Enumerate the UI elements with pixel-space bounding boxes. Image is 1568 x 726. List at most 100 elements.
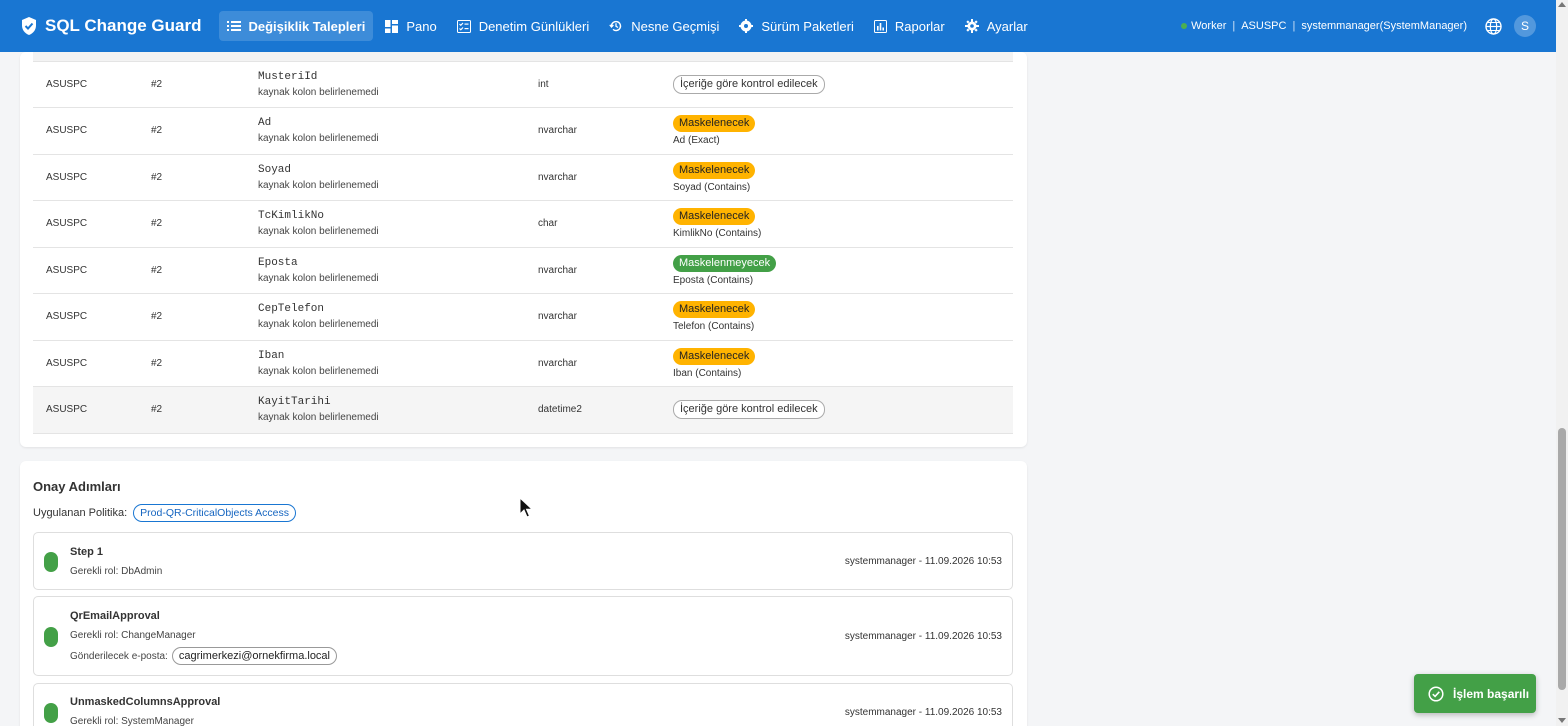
step-status-dot — [44, 627, 58, 647]
step-meta: systemmanager - 11.09.2026 10:53 — [844, 556, 1002, 567]
approval-step: Step 1 Gerekli rol: DbAdmin systemmanage… — [33, 532, 1013, 590]
index-cell: #2 — [151, 386, 258, 434]
nav-item-audit-logs[interactable]: Denetim Günlükleri — [449, 11, 598, 41]
nav-item-release-packages[interactable]: Sürüm Paketleri — [731, 11, 861, 41]
index-cell: #2 — [151, 340, 258, 387]
source-column-note: kaynak kolon belirlenemedi — [258, 272, 379, 284]
step-name: UnmaskedColumnsApproval — [70, 696, 221, 708]
nav-item-reports[interactable]: Raporlar — [866, 11, 953, 41]
policy-label: Uygulanan Politika: — [33, 507, 128, 519]
source-column-note: kaynak kolon belirlenemedi — [258, 365, 379, 377]
columns-table: ASUSPC #2 MusteriId kaynak kolon belirlenem… — [33, 52, 1013, 434]
scroll-down-arrow-icon[interactable] — [1558, 718, 1566, 723]
mask-rule: Iban (Contains) — [673, 367, 742, 379]
scroll-up-arrow-icon[interactable] — [1558, 2, 1566, 7]
policy-chip[interactable]: Prod-QR-CriticalObjects Access — [133, 504, 296, 522]
mask-status-cell: Maskelenecek Telefon (Contains) — [673, 293, 1013, 341]
datatype-cell: datetime2 — [538, 386, 673, 434]
column-name: TcKimlikNo — [258, 210, 325, 223]
nav-item-label: Değişiklik Talepleri — [248, 18, 366, 34]
column-name: Soyad — [258, 163, 292, 176]
column-name: CepTelefon — [258, 303, 325, 316]
mask-status-cell: İçeriğe göre kontrol edilecek — [673, 61, 1013, 108]
column-cell: CepTelefon kaynak kolon belirlenemedi — [258, 293, 538, 341]
shield-check-icon — [22, 17, 36, 35]
mask-rule: Ad (Exact) — [673, 135, 720, 147]
checklist-icon — [456, 19, 471, 33]
email-chip[interactable]: cagrimerkezi@ornekfirma.local — [171, 647, 337, 665]
mask-status-cell: Maskelenmeyecek Eposta (Contains) — [673, 247, 1013, 294]
table-row[interactable]: ASUSPC #2 Eposta kaynak kolon belirlenemedi… — [33, 247, 1013, 294]
mask-status-badge: Maskelenecek — [673, 161, 756, 179]
table-row[interactable]: ASUSPC #2 KayitTarihi kaynak kolon belirlen… — [33, 386, 1013, 434]
list-icon — [226, 21, 241, 31]
nav-item-dashboard[interactable]: Pano — [377, 11, 444, 41]
table-row[interactable]: ASUSPC #2 MusteriId kaynak kolon belirlenem… — [33, 61, 1013, 108]
server-cell: ASUSPC — [33, 61, 151, 108]
column-name: MusteriId — [258, 70, 318, 83]
nav-item-settings[interactable]: Ayarlar — [957, 11, 1036, 41]
mouse-cursor-icon — [519, 497, 533, 518]
mask-status-cell: Maskelenecek Soyad (Contains) — [673, 154, 1013, 201]
mask-rule: KimlikNo (Contains) — [673, 228, 762, 240]
column-cell: Soyad kaynak kolon belirlenemedi — [258, 154, 538, 201]
index-cell: #2 — [151, 293, 258, 341]
source-column-note: kaynak kolon belirlenemedi — [258, 133, 379, 145]
nav-item-label: Raporlar — [894, 18, 945, 34]
success-toast[interactable]: İşlem başarılı — [1414, 674, 1536, 713]
datatype-cell: nvarchar — [538, 340, 673, 387]
index-cell: #2 — [151, 61, 258, 108]
table-row[interactable]: ASUSPC #2 Iban kaynak kolon belirlenemedi nv… — [33, 340, 1013, 387]
source-column-note: kaynak kolon belirlenemedi — [258, 226, 379, 238]
source-column-note: kaynak kolon belirlenemedi — [258, 86, 379, 98]
column-cell: Ad kaynak kolon belirlenemedi — [258, 107, 538, 155]
server-cell: ASUSPC — [33, 107, 151, 155]
chart-icon — [873, 19, 887, 33]
nav-item-label: Pano — [406, 18, 437, 34]
gear-package-icon — [739, 19, 754, 33]
server-cell: ASUSPC — [33, 247, 151, 294]
check-circle-icon — [1428, 685, 1444, 702]
column-name: Ad — [258, 117, 272, 130]
datatype-cell: nvarchar — [538, 107, 673, 155]
avatar[interactable]: S — [1514, 15, 1536, 37]
language-button[interactable] — [1485, 17, 1502, 35]
table-row[interactable]: ASUSPC #2 CepTelefon kaynak kolon belirlene… — [33, 293, 1013, 341]
mask-status-badge: İçeriğe göre kontrol edilecek — [673, 400, 825, 420]
datatype-cell: char — [538, 200, 673, 248]
nav-item-object-history[interactable]: Nesne Geçmişi — [601, 11, 727, 41]
top-navigation-bar: SQL Change Guard Değişiklik Talepleri Pa… — [0, 0, 1556, 52]
column-name: Iban — [258, 349, 285, 362]
nav-item-label: Denetim Günlükleri — [478, 18, 590, 34]
worker-status-dot — [1181, 23, 1188, 29]
nav-item-change-requests[interactable]: Değişiklik Talepleri — [218, 11, 374, 41]
status-cluster: Worker | ASUSPC | systemmanager(SystemMa… — [1181, 0, 1536, 52]
datatype-cell: int — [538, 61, 673, 108]
step-name: QrEmailApproval — [70, 610, 160, 622]
policy-line: Uygulanan Politika: Prod-QR-CriticalObje… — [33, 504, 296, 522]
nav-item-label: Sürüm Paketleri — [761, 18, 854, 34]
toast-message: İşlem başarılı — [1453, 686, 1530, 701]
table-row[interactable]: ASUSPC #2 Ad kaynak kolon belirlenemedi nvar… — [33, 107, 1013, 155]
mask-rule: Telefon (Contains) — [673, 321, 755, 333]
table-row[interactable]: ASUSPC #2 Soyad kaynak kolon belirlenemedi n… — [33, 154, 1013, 201]
app-title: SQL Change Guard — [45, 16, 202, 35]
datatype-cell: nvarchar — [538, 154, 673, 201]
step-meta: systemmanager - 11.09.2026 10:53 — [844, 707, 1002, 718]
settings-icon — [964, 19, 979, 33]
approval-step: UnmaskedColumnsApproval Gerekli rol: Sys… — [33, 683, 1013, 726]
app-brand[interactable]: SQL Change Guard — [20, 16, 202, 36]
step-role: Gerekli rol: SystemManager — [70, 716, 194, 726]
column-cell: Iban kaynak kolon belirlenemedi — [258, 340, 538, 387]
scrollbar-thumb[interactable] — [1558, 428, 1566, 690]
mask-status-cell: İçeriğe göre kontrol edilecek — [673, 386, 1013, 434]
mask-status-cell: Maskelenecek Iban (Contains) — [673, 340, 1013, 387]
source-column-note: kaynak kolon belirlenemedi — [258, 179, 379, 191]
table-row[interactable]: ASUSPC #2 TcKimlikNo kaynak kolon belirlene… — [33, 200, 1013, 248]
mask-status-badge: Maskelenmeyecek — [673, 254, 777, 272]
datatype-cell: nvarchar — [538, 293, 673, 341]
column-cell: Eposta kaynak kolon belirlenemedi — [258, 247, 538, 294]
worker-label: Worker — [1191, 20, 1227, 32]
vertical-scrollbar[interactable] — [1556, 0, 1568, 726]
step-name: Step 1 — [70, 546, 104, 558]
